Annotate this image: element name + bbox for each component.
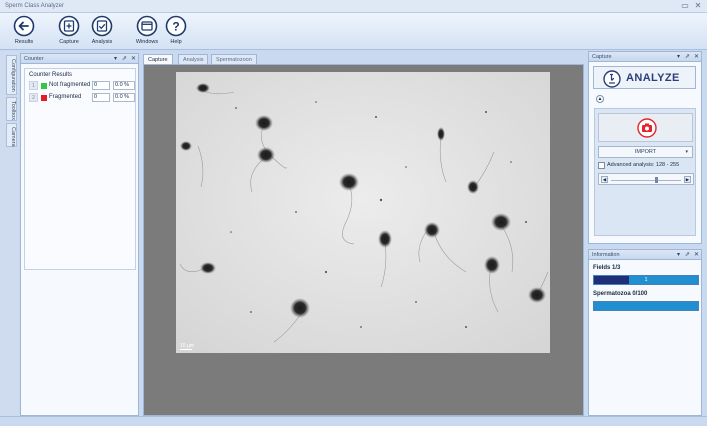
ribbon-toolbar: Results Capture Analysis Windows ? Help [0,13,707,50]
tab-configuration-label: Configuration [10,59,16,92]
panel-menu-icon[interactable]: ▾ [114,55,117,62]
analysis-check-icon [91,15,113,37]
side-tab-strip: Configuration Toolbox Camera [0,51,19,416]
capture-panel-header: Capture ▾ ⇗ ✕ [589,52,701,62]
spermatozoa-progress-bar [593,301,699,311]
capture-panel-title: Capture [592,54,612,60]
title-bar: Sperm Class Analyzer ▭ ✕ [0,0,707,13]
information-panel: Information ▾ ⇗ ✕ Fields 1/3 1 Spermatoz… [588,249,702,416]
image-viewer: 10 µm [143,64,584,416]
tab-toolbox-label: Toolbox [10,101,16,120]
counter-results-title: Counter Results [29,72,73,78]
window-icon [136,15,158,37]
counter-row: 2 Fragmented 0 0.0 % [29,93,137,102]
capture-panel: Capture ▾ ⇗ ✕ ANALYZE ▲ IMPORT ▾ Advance… [588,51,702,244]
counter-results-group: Counter Results 1 Not fragmented 0 0.0 %… [24,68,136,270]
spermatozoa-label: Spermatozoa 0/100 [593,291,648,297]
advanced-analysis-checkbox[interactable] [598,162,605,169]
app-title: Sperm Class Analyzer [5,3,65,9]
not-fragmented-swatch [41,83,47,89]
analyze-label: ANALYZE [626,72,680,84]
results-button[interactable]: Results [5,15,43,49]
close-icon[interactable]: ✕ [694,53,699,60]
fragmented-swatch [41,95,47,101]
pin-icon[interactable]: ⇗ [685,251,690,258]
fields-label: Fields 1/3 [593,265,621,271]
row-index: 2 [29,93,38,102]
percent-field[interactable]: 0.0 % [113,81,135,90]
capture-add-icon [58,15,80,37]
tab-camera-label: Camera [10,127,16,147]
analysis-button[interactable]: Analysis [83,15,121,49]
slider-track [611,180,681,181]
help-button[interactable]: ? Help [157,15,195,49]
row-label: Fragmented [49,94,82,100]
sperm-field-image [176,72,550,353]
counter-panel: Counter ▾ ⇗ ✕ Counter Results 1 Not frag… [20,53,139,416]
pin-icon[interactable]: ⇗ [685,53,690,60]
information-panel-header: Information ▾ ⇗ ✕ [589,250,701,260]
camera-icon [637,118,657,138]
percent-field[interactable]: 0.0 % [113,93,135,102]
maximize-button[interactable]: ▭ [680,1,690,11]
analyze-button[interactable]: ANALYZE [593,66,696,89]
count-field[interactable]: 0 [92,93,110,102]
panel-menu-icon[interactable]: ▾ [677,53,680,60]
panel-menu-icon[interactable]: ▾ [677,251,680,258]
slider-thumb[interactable] [655,177,658,183]
tab-configuration[interactable]: Configuration [6,55,17,95]
fields-progress-bar: 1 [593,275,699,285]
counter-panel-title: Counter [24,56,44,62]
slider-left-icon[interactable]: ◀ [601,176,608,183]
advanced-analysis-option: Advanced analysis: 128 - 255 [598,162,695,170]
back-arrow-icon [13,15,35,37]
capture-image-button[interactable] [598,113,693,142]
slider-right-icon[interactable]: ▶ [684,176,691,183]
close-icon[interactable]: ✕ [694,251,699,258]
close-window-button[interactable]: ✕ [693,1,703,11]
tab-camera[interactable]: Camera [6,123,17,147]
import-button[interactable]: IMPORT ▾ [598,146,693,158]
count-field[interactable]: 0 [92,81,110,90]
row-index: 1 [29,81,38,90]
capture-controls: IMPORT ▾ Advanced analysis: 128 - 255 ◀ … [594,108,696,236]
counter-panel-header: Counter ▾ ⇗ ✕ [21,54,138,64]
status-bar [0,416,707,426]
advanced-analysis-label: Advanced analysis: 128 - 255 [607,162,680,168]
pin-icon[interactable]: ⇗ [122,55,127,62]
help-icon: ? [165,15,187,37]
close-icon[interactable]: ✕ [131,55,136,62]
import-label: IMPORT [634,149,657,155]
help-label: Help [170,39,182,45]
microscope-icon [603,70,621,88]
information-panel-title: Information [592,252,620,258]
analysis-label: Analysis [91,39,113,45]
collapse-up-icon[interactable]: ▲ [596,95,604,103]
row-label: Not fragmented [49,82,91,88]
scale-label: 10 µm [180,343,194,349]
tab-toolbox[interactable]: Toolbox [6,97,17,121]
results-label: Results [14,39,34,45]
svg-text:?: ? [172,20,179,34]
dropdown-arrow-icon: ▾ [685,149,688,155]
scale-bar [180,349,192,350]
threshold-slider[interactable]: ◀ ▶ [598,173,694,185]
microscope-image[interactable]: 10 µm [176,72,550,353]
fields-progress-text: 1 [644,277,648,283]
counter-row: 1 Not fragmented 0 0.0 % [29,81,137,90]
